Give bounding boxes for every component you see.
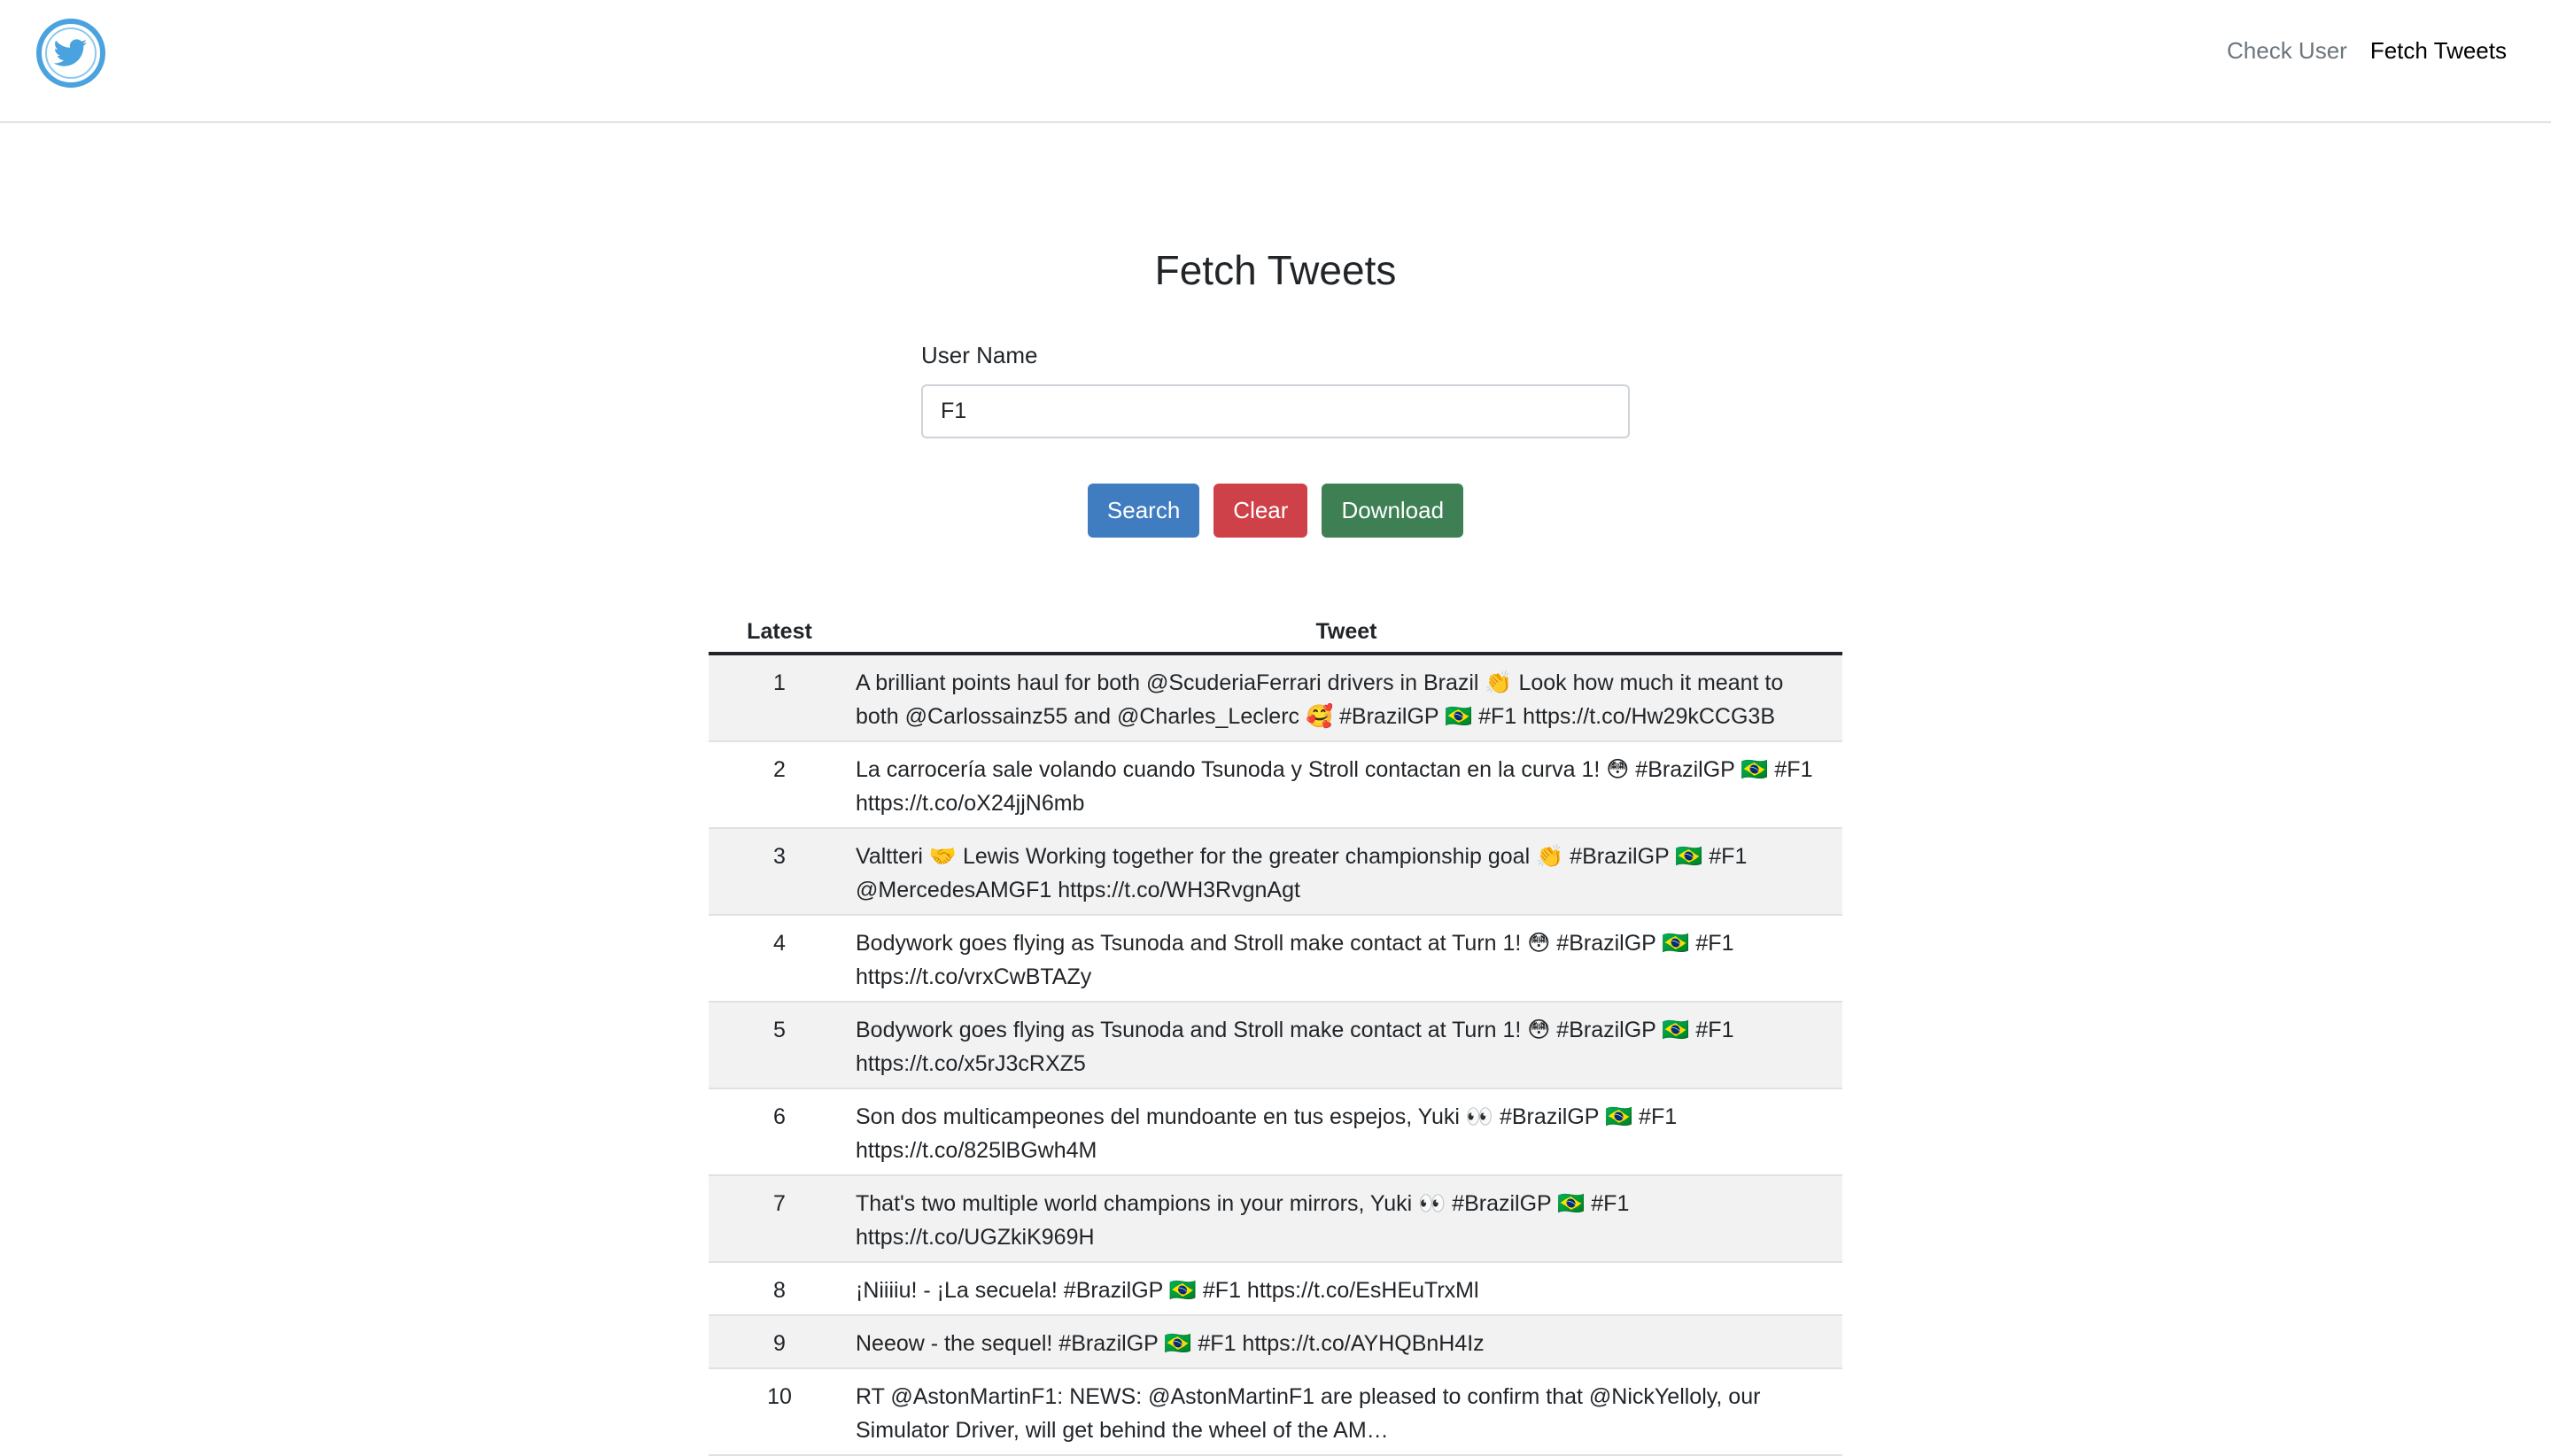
tweets-table: Latest Tweet 1 A brilliant points haul f…	[709, 611, 1842, 1456]
tweet-text: La carrocería sale volando cuando Tsunod…	[850, 741, 1842, 829]
nav-links: Check User Fetch Tweets	[2227, 37, 2507, 65]
table-row: 10 RT @AstonMartinF1: NEWS: @AstonMartin…	[709, 1368, 1842, 1456]
tweet-column-header: Tweet	[850, 611, 1842, 655]
row-number: 4	[709, 915, 850, 1003]
tweet-text: That's two multiple world champions in y…	[850, 1175, 1842, 1263]
tweet-text: Bodywork goes flying as Tsunoda and Stro…	[850, 1002, 1842, 1089]
table-row: 1 A brilliant points haul for both @Scud…	[709, 654, 1842, 742]
nav-fetch-tweets[interactable]: Fetch Tweets	[2370, 37, 2507, 65]
tweet-text: Valtteri 🤝 Lewis Working together for th…	[850, 828, 1842, 916]
tweet-text: Neeow - the sequel! #BrazilGP 🇧🇷 #F1 htt…	[850, 1315, 1842, 1369]
table-row: 4 Bodywork goes flying as Tsunoda and St…	[709, 915, 1842, 1003]
page-title: Fetch Tweets	[1154, 247, 1397, 293]
row-number: 8	[709, 1262, 850, 1316]
row-number: 5	[709, 1002, 850, 1089]
latest-column-header: Latest	[709, 611, 850, 655]
table-row: 7 That's two multiple world champions in…	[709, 1175, 1842, 1263]
table-row: 5 Bodywork goes flying as Tsunoda and St…	[709, 1002, 1842, 1089]
tweet-text: ¡Niiiiu! - ¡La secuela! #BrazilGP 🇧🇷 #F1…	[850, 1262, 1842, 1316]
top-navbar: Check User Fetch Tweets	[0, 0, 2551, 123]
table-row: 8 ¡Niiiiu! - ¡La secuela! #BrazilGP 🇧🇷 #…	[709, 1262, 1842, 1316]
tweet-text: A brilliant points haul for both @Scuder…	[850, 654, 1842, 742]
clear-button[interactable]: Clear	[1213, 484, 1308, 538]
row-number: 9	[709, 1315, 850, 1369]
download-button[interactable]: Download	[1322, 484, 1464, 538]
table-row: 9 Neeow - the sequel! #BrazilGP 🇧🇷 #F1 h…	[709, 1315, 1842, 1369]
row-number: 6	[709, 1088, 850, 1176]
row-number: 10	[709, 1368, 850, 1456]
row-number: 7	[709, 1175, 850, 1263]
tweet-text: RT @AstonMartinF1: NEWS: @AstonMartinF1 …	[850, 1368, 1842, 1456]
username-label: User Name	[921, 342, 1038, 368]
nav-check-user[interactable]: Check User	[2227, 37, 2347, 65]
twitter-logo-icon[interactable]	[35, 18, 106, 89]
table-header-row: Latest Tweet	[709, 611, 1842, 655]
tweet-text: Son dos multicampeones del mundoante en …	[850, 1088, 1842, 1176]
row-number: 2	[709, 741, 850, 829]
row-number: 3	[709, 828, 850, 916]
tweet-text: Bodywork goes flying as Tsunoda and Stro…	[850, 915, 1842, 1003]
table-row: 2 La carrocería sale volando cuando Tsun…	[709, 741, 1842, 829]
table-row: 3 Valtteri 🤝 Lewis Working together for …	[709, 828, 1842, 916]
action-buttons: Search Clear Download	[0, 484, 2551, 538]
table-row: 6 Son dos multicampeones del mundoante e…	[709, 1088, 1842, 1176]
search-button[interactable]: Search	[1087, 484, 1200, 538]
row-number: 1	[709, 654, 850, 742]
username-input[interactable]	[921, 384, 1630, 438]
